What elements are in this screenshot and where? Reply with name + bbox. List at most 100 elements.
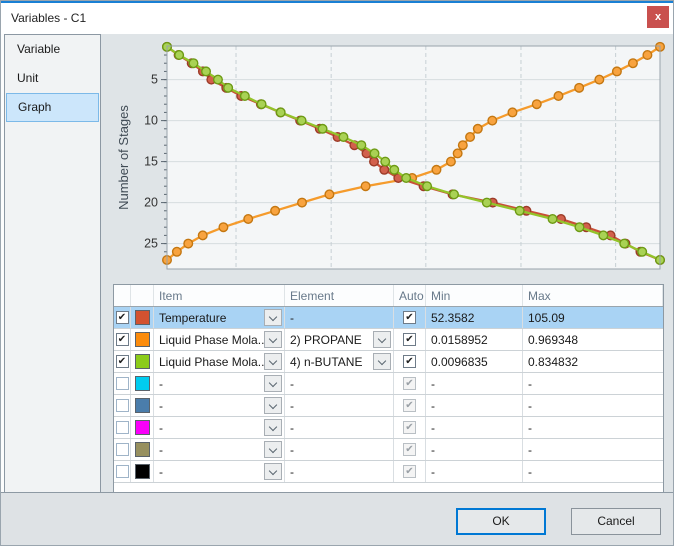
table-row[interactable]: --✔-- [114,395,663,417]
table-row[interactable]: ✔Liquid Phase Mola...4) n-BUTANE✔0.00968… [114,351,663,373]
series-marker [361,182,370,191]
element-select: - [285,417,394,438]
series-color-swatch[interactable] [135,464,150,479]
table-header-row: ItemElementAutoMinMax [114,285,663,307]
auto-cell: ✔ [394,461,426,482]
column-header [131,285,154,306]
series-marker [219,223,228,232]
enable-cell [114,395,131,416]
item-label: - [154,421,163,435]
column-header: Item [154,285,285,306]
item-label: Temperature [154,311,226,325]
ok-button[interactable]: OK [456,508,546,535]
auto-checkbox: ✔ [403,399,416,412]
item-label: - [154,399,163,413]
item-select: - [154,417,285,438]
table-row[interactable]: --✔-- [114,373,663,395]
table-row[interactable]: --✔-- [114,439,663,461]
sidebar-item-unit[interactable]: Unit [6,64,99,93]
table-row[interactable]: ✔Liquid Phase Mola...2) PROPANE✔0.015895… [114,329,663,351]
series-marker [298,198,307,207]
chevron-down-icon[interactable] [264,397,282,414]
color-cell [131,351,154,372]
series-color-swatch[interactable] [135,398,150,413]
item-select: - [154,395,285,416]
table-row[interactable]: ✔Temperature-✔52.3582105.09 [114,307,663,329]
chevron-down-icon[interactable] [264,463,282,480]
series-color-swatch[interactable] [135,332,150,347]
chevron-down-icon[interactable] [264,331,282,348]
item-label: - [154,443,163,457]
auto-cell: ✔ [394,417,426,438]
max-cell: - [523,461,663,482]
series-marker [515,206,524,215]
auto-cell: ✔ [394,395,426,416]
row-enabled-checkbox[interactable] [116,421,129,434]
item-select: - [154,439,285,460]
min-cell: - [426,373,523,394]
min-cell: - [426,461,523,482]
series-color-swatch[interactable] [135,376,150,391]
auto-checkbox[interactable]: ✔ [403,355,416,368]
item-select: Liquid Phase Mola... [154,329,285,350]
row-enabled-checkbox[interactable]: ✔ [116,333,129,346]
series-marker [532,100,541,109]
series-marker [257,100,266,109]
item-label: Liquid Phase Mola... [154,355,268,369]
auto-checkbox: ✔ [403,465,416,478]
cancel-button[interactable]: Cancel [571,508,661,535]
titlebar[interactable]: Variables - C1 x [1,3,673,34]
row-enabled-checkbox[interactable] [116,465,129,478]
color-cell [131,461,154,482]
row-enabled-checkbox[interactable] [116,399,129,412]
min-value: - [426,377,435,391]
series-color-swatch[interactable] [135,442,150,457]
column-header-label: Auto [394,289,424,303]
y-tick-label: 5 [151,73,158,87]
series-marker [508,108,517,117]
row-enabled-checkbox[interactable]: ✔ [116,355,129,368]
table-row[interactable]: --✔-- [114,461,663,483]
auto-checkbox[interactable]: ✔ [403,333,416,346]
series-marker [339,133,348,142]
sidebar-item-graph[interactable]: Graph [6,93,99,122]
sidebar: Variable Unit Graph [4,34,101,494]
element-select: - [285,307,394,328]
min-value: - [426,421,435,435]
series-marker [423,182,432,191]
auto-checkbox[interactable]: ✔ [403,311,416,324]
chevron-down-icon[interactable] [264,353,282,370]
chevron-down-icon[interactable] [373,353,391,370]
chevron-down-icon[interactable] [264,309,282,326]
series-color-swatch[interactable] [135,420,150,435]
series-marker [474,125,483,134]
y-tick-label: 25 [144,237,158,251]
chevron-down-icon[interactable] [264,375,282,392]
column-header [114,285,131,306]
sidebar-item-variable[interactable]: Variable [6,35,99,64]
row-enabled-checkbox[interactable]: ✔ [116,311,129,324]
element-label: - [285,399,294,413]
y-tick-label: 20 [144,196,158,210]
row-enabled-checkbox[interactable] [116,377,129,390]
chevron-down-icon[interactable] [264,441,282,458]
auto-checkbox: ✔ [403,421,416,434]
series-marker [214,75,223,84]
table-row[interactable]: --✔-- [114,417,663,439]
series-color-swatch[interactable] [135,354,150,369]
stage-profile-chart-svg: 510152025Number of Stages [101,34,674,284]
row-enabled-checkbox[interactable] [116,443,129,456]
max-value: 105.09 [523,311,565,325]
series-marker [189,59,198,68]
max-cell: - [523,373,663,394]
chevron-down-icon[interactable] [264,419,282,436]
series-marker [629,59,638,68]
auto-cell: ✔ [394,373,426,394]
color-cell [131,373,154,394]
variables-dialog: Variables - C1 x Variable Unit Graph 5 10… [0,0,674,546]
chevron-down-icon[interactable] [373,331,391,348]
min-cell: - [426,417,523,438]
series-color-swatch[interactable] [135,310,150,325]
element-select: - [285,461,394,482]
close-icon[interactable]: x [647,6,669,28]
